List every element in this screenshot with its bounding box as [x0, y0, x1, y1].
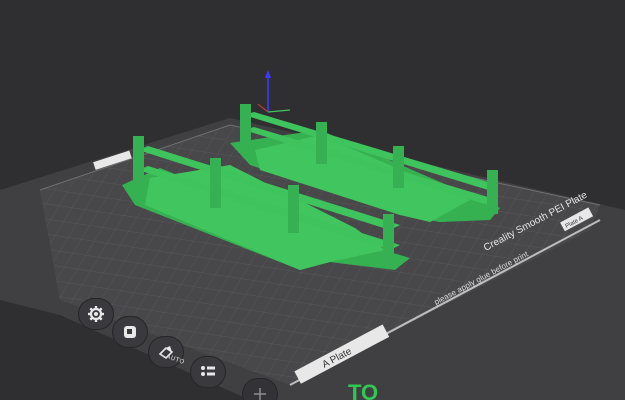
objects-button[interactable] — [190, 356, 226, 388]
add-plate-button[interactable] — [242, 378, 278, 400]
axis-gizmo — [257, 70, 291, 113]
3d-viewport[interactable]: Creality Smooth PEI Plate please apply g… — [0, 0, 625, 400]
camera-icon — [122, 324, 138, 340]
auto-arrange-label: AUTO — [165, 352, 186, 367]
app-window: Creality Smooth PEI Plate please apply g… — [0, 0, 625, 400]
plus-icon — [252, 386, 268, 400]
camera-button[interactable] — [112, 316, 148, 348]
auto-arrange-button[interactable]: AUTO — [148, 336, 186, 368]
gear-icon — [87, 305, 105, 323]
settings-button[interactable] — [78, 298, 114, 330]
brand-logo-text: TO — [348, 380, 378, 400]
objects-icon — [199, 364, 217, 380]
